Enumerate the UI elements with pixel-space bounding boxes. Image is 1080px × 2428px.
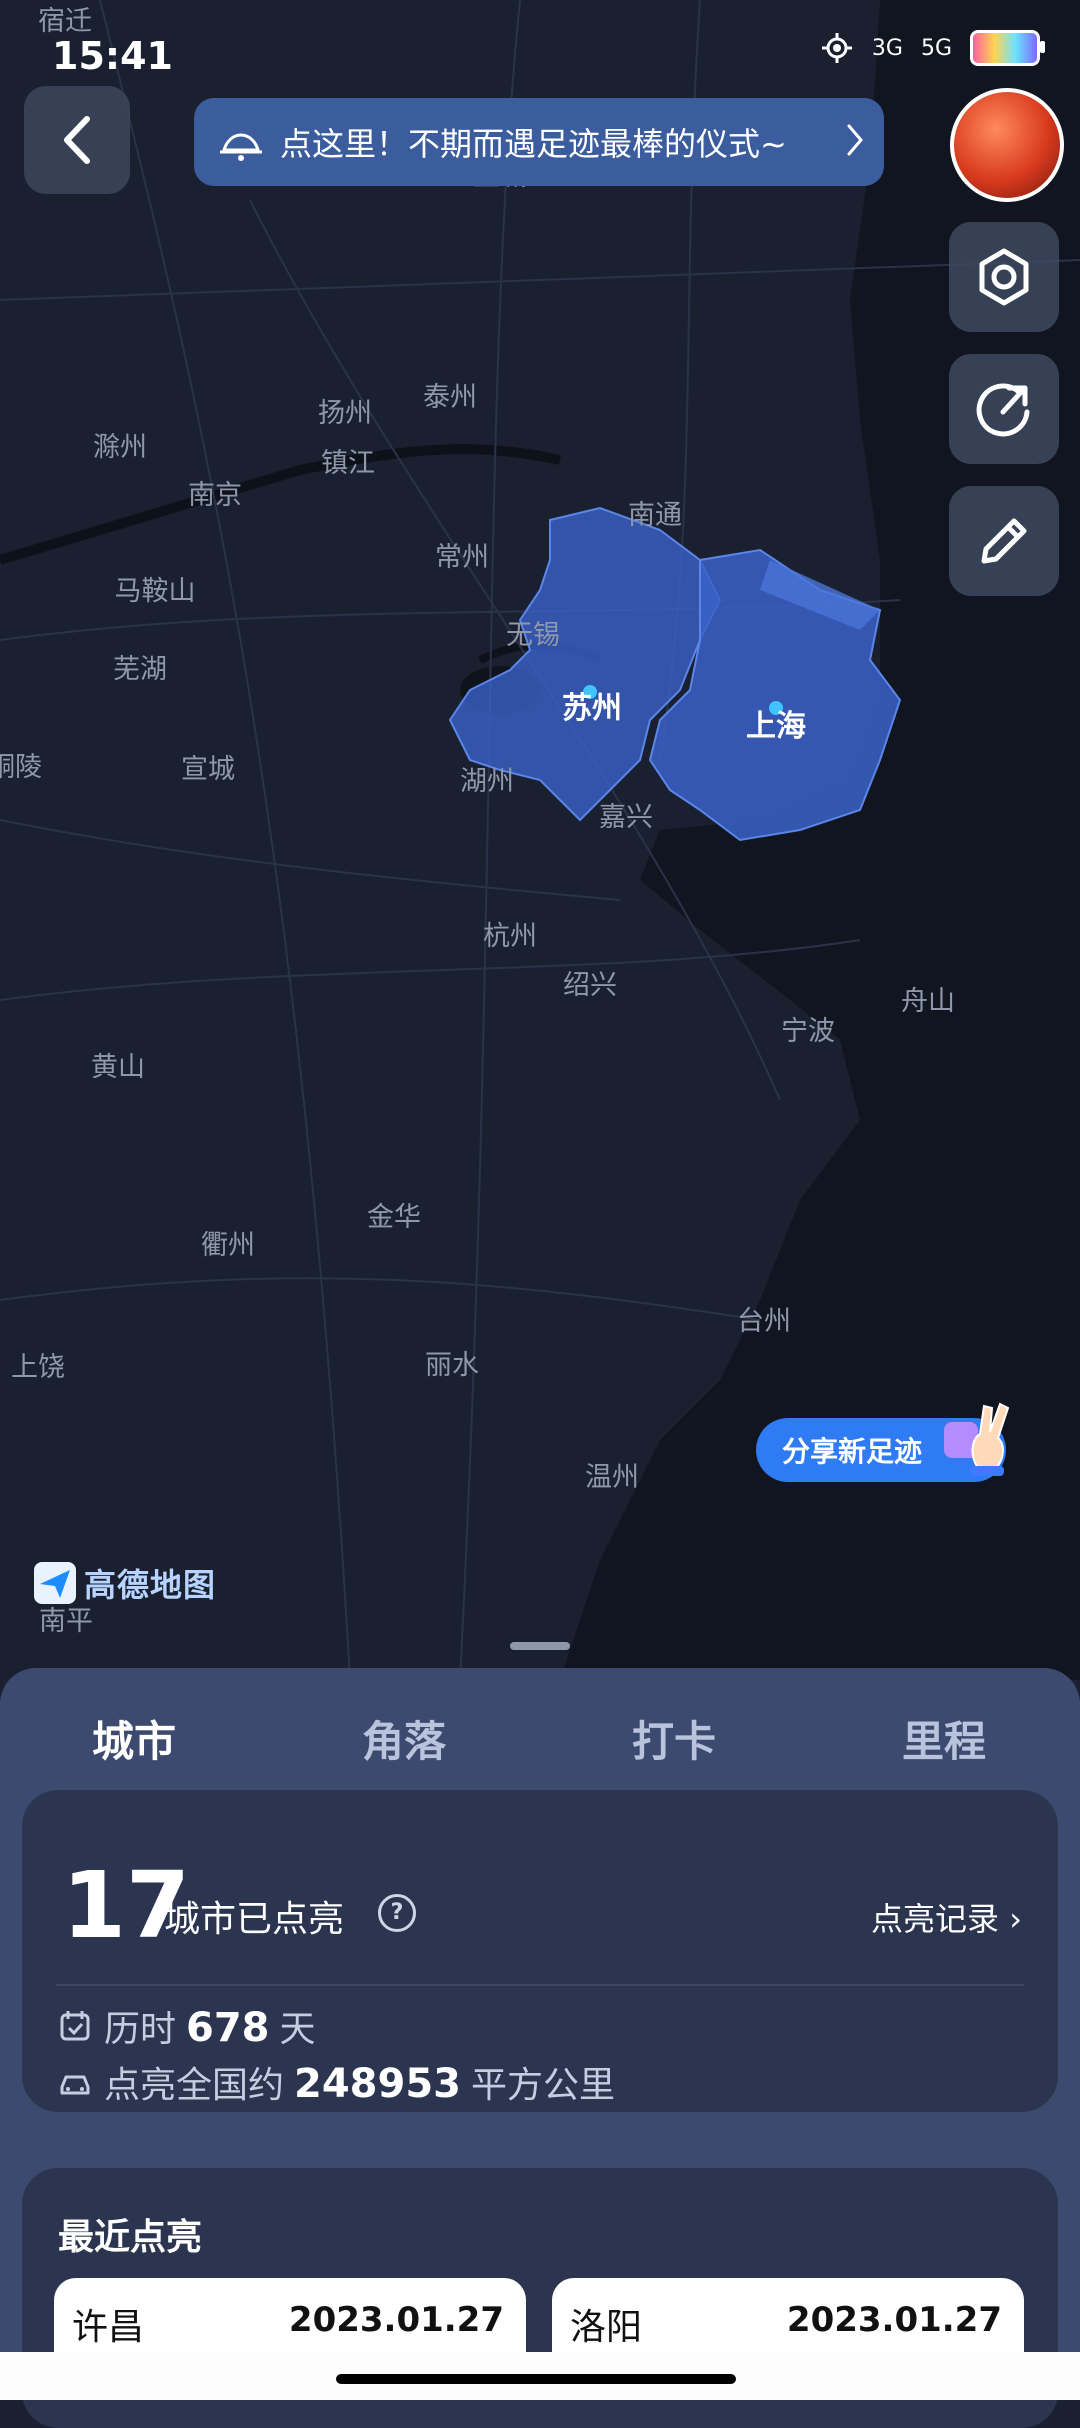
map-city-label[interactable]: 衢州 [201,1230,255,1261]
lit-city-label: 城市已点亮 [164,1899,345,1940]
status-bar: 15:41 3G 5G [0,0,1080,110]
settings-button[interactable] [949,222,1059,332]
map-city-label[interactable]: 芜湖 [113,654,167,685]
map-city-label[interactable]: 黄山 [91,1052,145,1083]
share-icon [976,383,1030,437]
victory-hand-sticker-icon [944,1402,1010,1476]
status-icons: 3G 5G [820,30,1045,66]
duration-value: 678 [186,2005,270,2051]
battery-icon [970,30,1045,66]
area-prefix: 点亮全国约 [104,2065,285,2106]
map-city-label[interactable]: 台州 [737,1306,791,1337]
map-city-label[interactable]: 南通 [628,500,682,531]
tab-mileage[interactable]: 里程 [902,1708,986,1769]
map-city-label[interactable]: 湖州 [460,766,514,797]
help-icon[interactable]: ? [378,1894,416,1932]
recent-city-name: 洛阳 [570,2307,643,2348]
map-city-label[interactable]: 温州 [585,1462,639,1493]
settings-icon [979,248,1029,306]
panel-drag-handle[interactable] [510,1642,570,1650]
home-indicator[interactable] [336,2374,736,2384]
tab-city[interactable]: 城市 [92,1708,176,1769]
amap-logo-icon [34,1562,76,1604]
area-row: 点亮全国约 248953 平方公里 [58,2056,615,2108]
tab-checkin[interactable]: 打卡 [632,1708,716,1769]
banner-text: 点这里！不期而遇足迹最棒的仪式~ [280,125,787,163]
share-map-button[interactable] [949,354,1059,464]
divider [56,1984,1024,1986]
map-city-label[interactable]: 宣城 [181,754,235,785]
summary-card: 17 城市已点亮 ? 点亮记录 › 历时 678 天 点亮全国约 248953 … [22,1790,1058,2112]
area-value: 248953 [294,2061,462,2107]
map-city-label[interactable]: 泰州 [423,382,477,413]
lit-record-label: 点亮记录 [871,1900,1000,1938]
calendar-check-icon [60,2011,90,2041]
map-city-label[interactable]: 无锡 [506,620,560,651]
car-icon [60,2075,90,2095]
map-city-label[interactable]: 上海 [746,709,806,744]
location-icon [821,33,852,63]
map-city-label[interactable]: 舟山 [901,986,955,1017]
map-city-label[interactable]: 苏州 [562,691,622,726]
network-5g: 5G [920,35,952,61]
map-city-label[interactable]: 嘉兴 [599,802,653,833]
edit-button[interactable] [949,486,1059,596]
map-city-label[interactable]: 马鞍山 [115,576,196,607]
pencil-icon [981,518,1027,564]
status-time: 15:41 [52,34,173,78]
duration-row: 历时 678 天 [58,2000,316,2052]
tab-corner[interactable]: 角落 [362,1708,446,1769]
area-suffix: 平方公里 [471,2065,616,2106]
map-city-label[interactable]: 宁波 [781,1016,835,1047]
map-city-label[interactable]: 扬州 [318,398,372,429]
map-city-label[interactable]: 杭州 [483,921,537,952]
promo-banner[interactable]: 点这里！不期而遇足迹最棒的仪式~ [194,98,884,186]
recent-city-date: 2023.01.27 [786,2300,1002,2340]
duration-suffix: 天 [279,2009,316,2050]
map-city-label[interactable]: 滁州 [93,432,147,463]
duration-prefix: 历时 [104,2009,177,2050]
hat-icon [220,133,262,161]
lit-record-link[interactable]: 点亮记录 › [871,1894,1022,1940]
recent-city-date: 2023.01.27 [288,2300,504,2340]
map-city-label[interactable]: 上饶 [11,1352,65,1383]
map-city-label[interactable]: 镇江 [321,448,375,479]
recent-city-name: 许昌 [72,2307,145,2348]
map-city-label[interactable]: 南京 [188,480,242,511]
map-city-label[interactable]: 常州 [435,542,489,573]
map-city-label[interactable]: 南平 [39,1606,93,1637]
map-city-label[interactable]: 丽水 [425,1350,479,1381]
back-button[interactable] [24,86,130,194]
amap-logo-text: 高德地图 [84,1566,217,1604]
map-city-label[interactable]: 金华 [367,1202,421,1233]
map-city-label[interactable]: 铜陵 [0,752,42,783]
footprint-panel: 城市 角落 打卡 里程 17 城市已点亮 ? 点亮记录 › 历时 678 天 点… [0,1668,1080,2428]
network-3g: 3G [871,35,903,61]
map-city-label[interactable]: 绍兴 [563,970,617,1001]
tab-bar: 城市 角落 打卡 里程 [0,1708,1080,1818]
recent-title: 最近点亮 [58,2217,203,2258]
amap-logo: 高德地图 [34,1560,216,1606]
share-new-footprint-label: 分享新足迹 [782,1435,923,1468]
avatar[interactable] [950,88,1064,202]
chevron-left-icon [64,116,90,164]
chevron-right-icon [847,124,863,156]
